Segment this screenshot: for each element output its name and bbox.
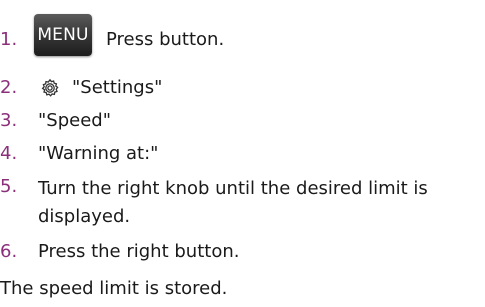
step-number: 4. xyxy=(0,143,18,164)
step-text: Press button. xyxy=(106,29,225,50)
step-text: Turn the right knob until the desired li… xyxy=(38,178,428,227)
step-text: "Warning at:" xyxy=(38,143,159,164)
step-number: 3. xyxy=(0,110,18,131)
step-number: 2. xyxy=(0,77,18,98)
step-text: "Speed" xyxy=(38,110,111,131)
step-number: 5. xyxy=(0,176,18,197)
step-number: 1. xyxy=(0,29,18,50)
step-text: "Settings" xyxy=(72,77,163,98)
step-text: Press the right button. xyxy=(38,241,240,262)
result-text: The speed limit is stored. xyxy=(0,278,228,299)
step-number: 6. xyxy=(0,241,18,262)
gear-icon xyxy=(41,78,59,97)
menu-button[interactable]: MENU xyxy=(34,14,92,56)
